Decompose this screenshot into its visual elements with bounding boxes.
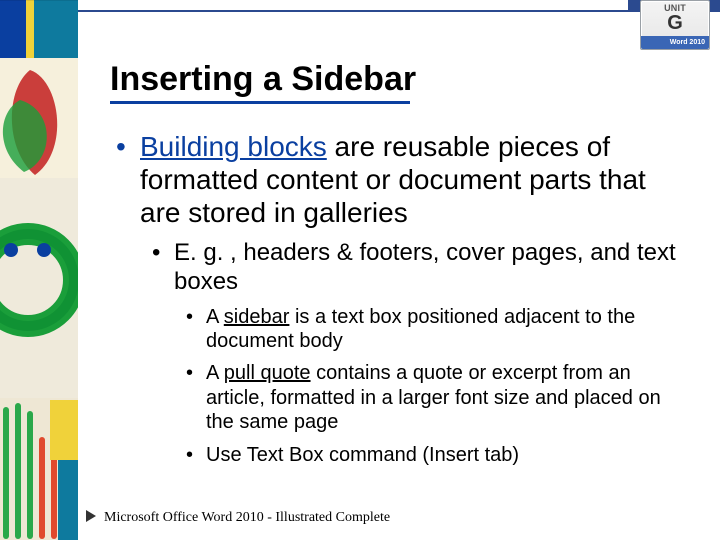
keyterm-pull-quote: pull quote [224,362,311,384]
slide-content: Building blocks are reusable pieces of f… [110,130,690,477]
bullet-l3-pullquote: A pull quote contains a quote or excerpt… [206,361,690,434]
header-hairline [78,10,720,12]
unit-product: Word 2010 [641,36,709,49]
keyterm-building-blocks: Building blocks [140,131,327,162]
slide-title: Inserting a Sidebar [110,60,416,104]
bullet-l3-textbox: Use Text Box command (Insert tab) [206,443,690,467]
footer-arrow-icon [86,510,96,522]
bullet-l3-sidebar: A sidebar is a text box positioned adjac… [206,305,690,354]
bullet-l2-text: E. g. , headers & footers, cover pages, … [174,239,676,295]
slide: UNIT G Word 2010 Inserting a Sidebar Bui… [0,0,720,540]
footer-text: Microsoft Office Word 2010 - Illustrated… [104,510,390,526]
decorative-art-strip [0,0,78,540]
bullet-l1: Building blocks are reusable pieces of f… [140,130,690,467]
unit-badge: UNIT G Word 2010 [640,0,710,50]
bullet-l2: E. g. , headers & footers, cover pages, … [174,239,690,467]
keyterm-sidebar: sidebar [224,306,290,328]
unit-letter: G [641,14,709,32]
